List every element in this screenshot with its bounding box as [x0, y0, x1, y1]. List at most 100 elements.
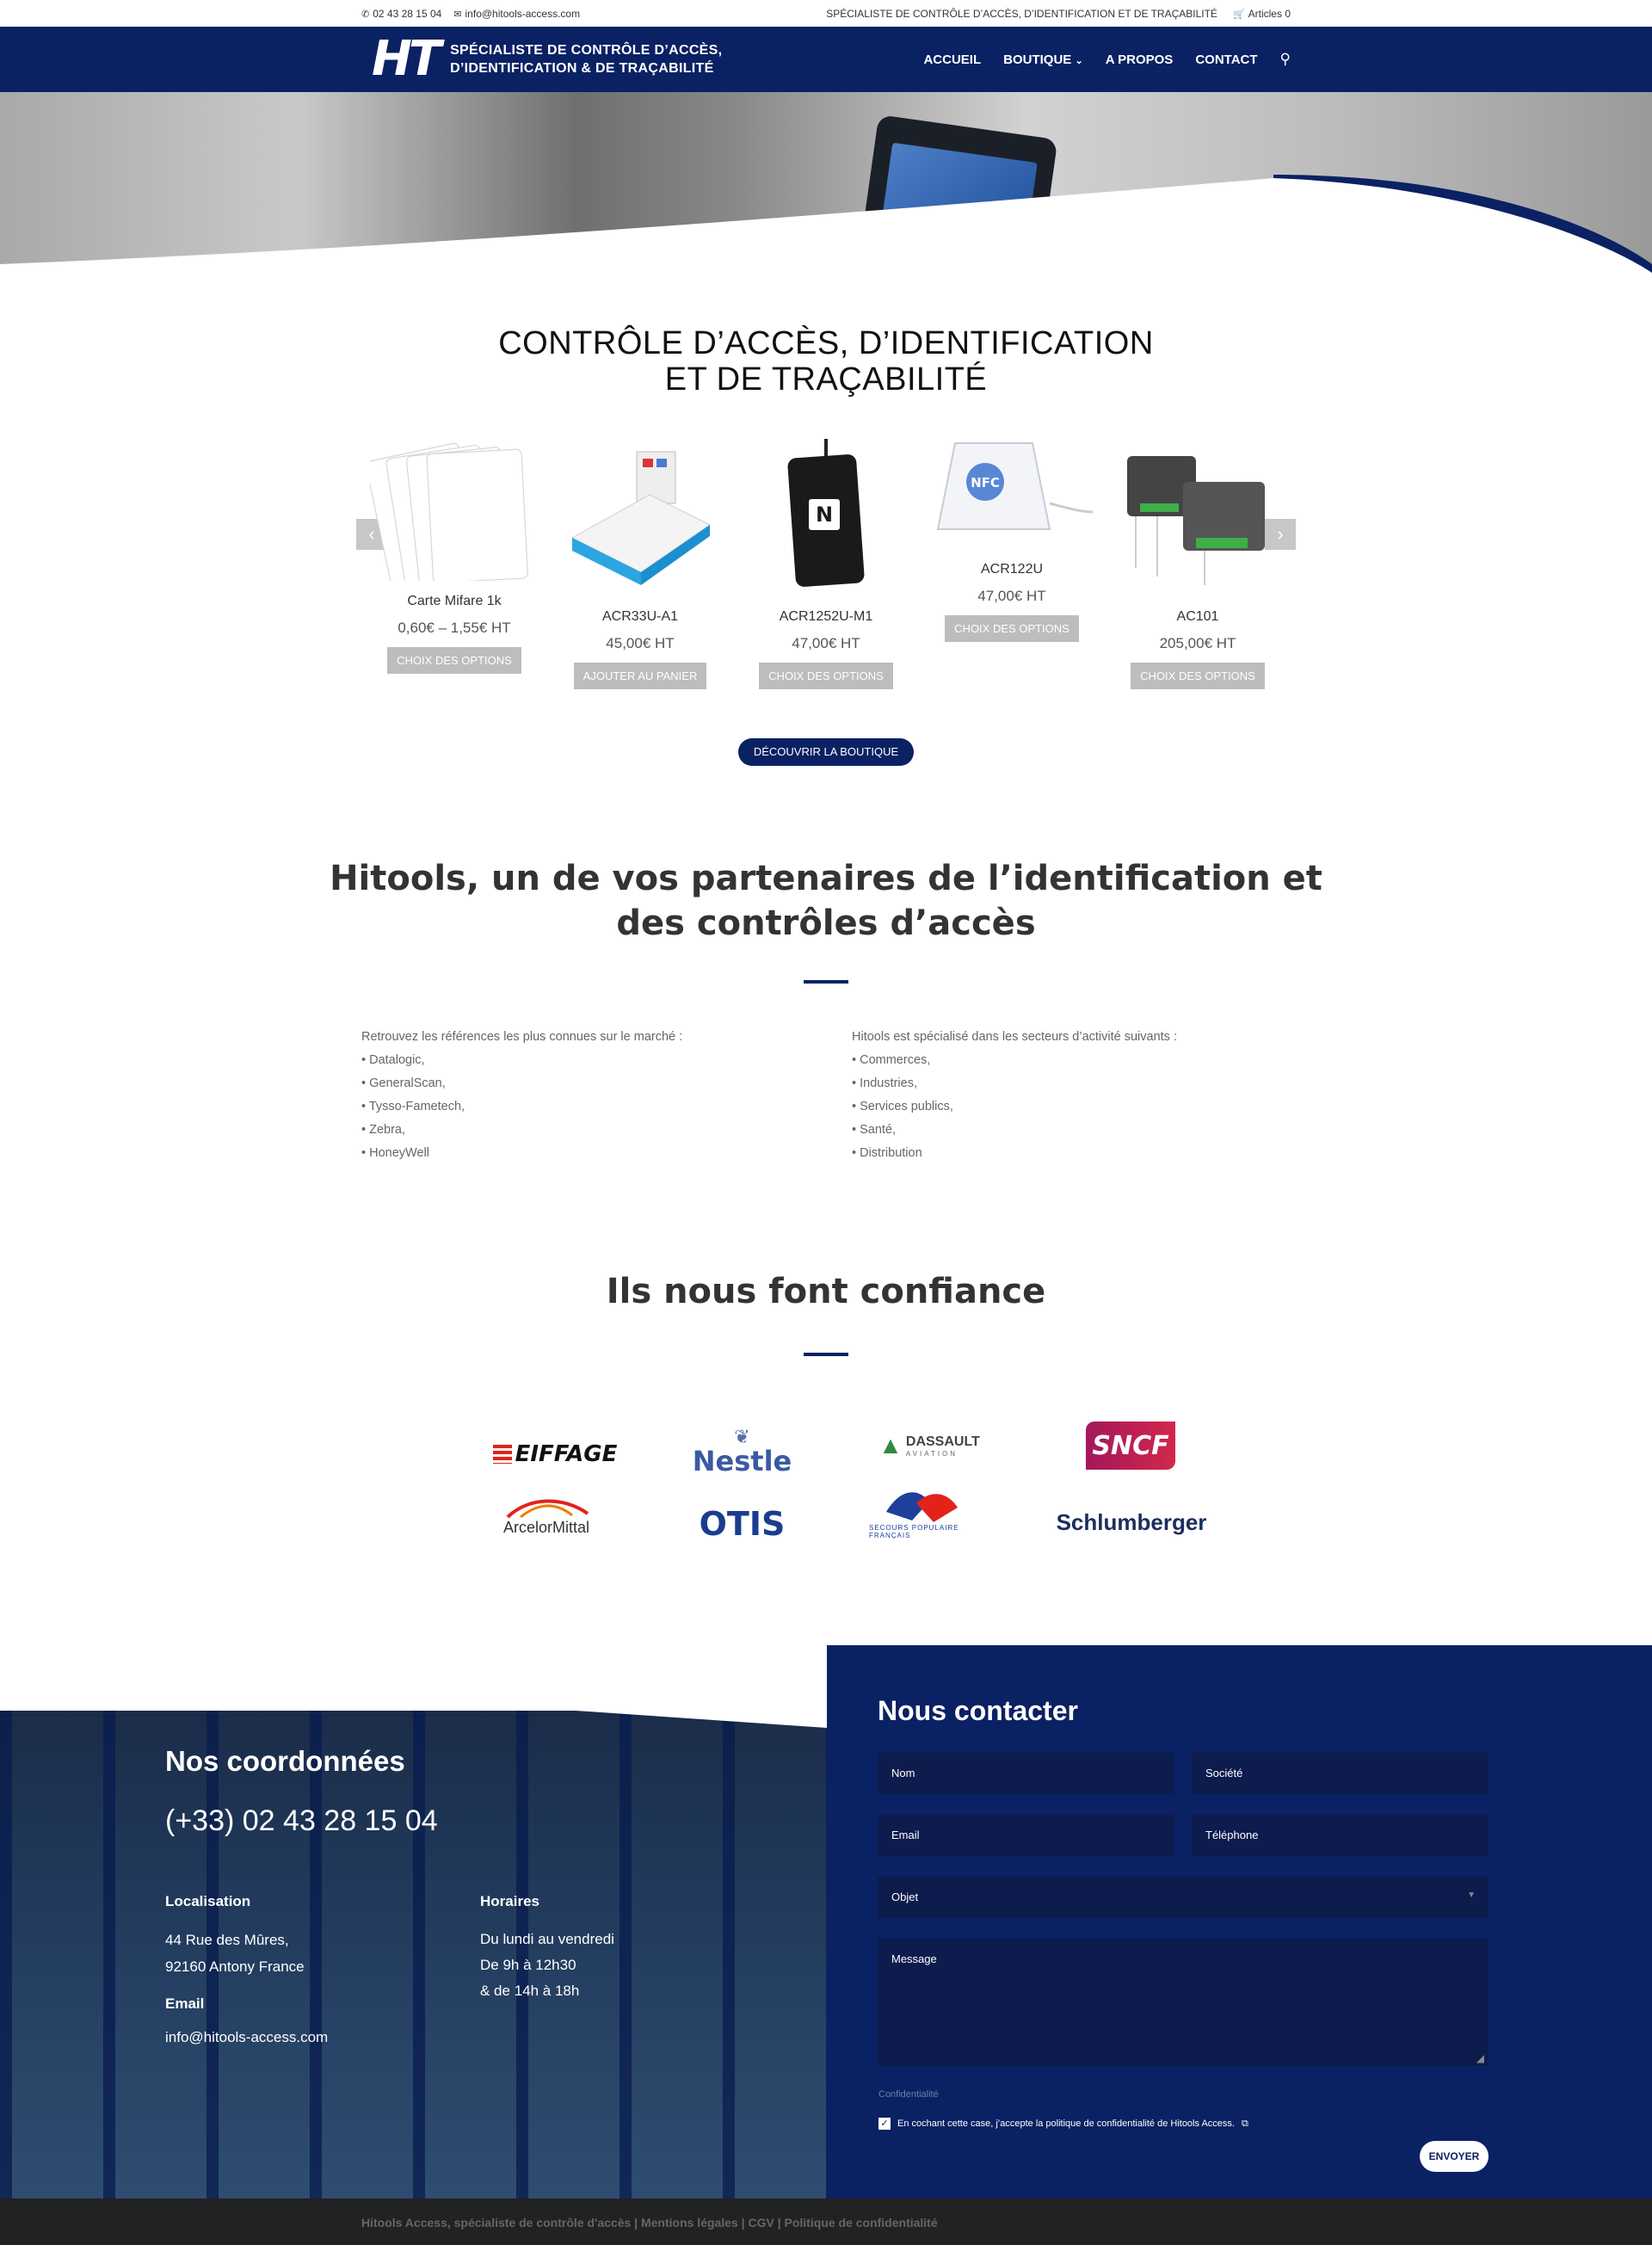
cart-link[interactable]: 🛒 Articles 0 — [1233, 8, 1291, 20]
list-item: • Industries, — [852, 1076, 917, 1090]
privacy-checkbox[interactable]: ✓ — [878, 2118, 891, 2130]
list-item: • GeneralScan, — [361, 1076, 446, 1090]
partners-heading: Hitools, un de vos partenaires de l’iden… — [0, 856, 1652, 946]
coordinates-panel — [0, 1711, 827, 2199]
address: 44 Rue des Mûres, 92160 Antony France — [165, 1927, 305, 1980]
list-item: • HoneyWell — [361, 1146, 429, 1160]
svg-text:N: N — [816, 503, 833, 527]
external-link-icon[interactable]: ⧉ — [1242, 2119, 1248, 2130]
main-header: HT SPÉCIALISTE DE CONTRÔLE D’ACCÈS, D’ID… — [0, 27, 1652, 92]
nav-contact[interactable]: CONTACT — [1195, 52, 1257, 67]
mail-icon: ✉ — [453, 9, 462, 20]
message-textarea[interactable]: Message ◢ — [878, 1939, 1488, 2066]
dassault-text: DASSAULT — [905, 1434, 980, 1449]
privacy-label: Confidentialité — [878, 2089, 939, 2100]
schlumberger-logo: Schlumberger — [1057, 1503, 1207, 1541]
product-name[interactable]: AC101 — [1112, 609, 1284, 625]
nav-accueil[interactable]: ACCUEIL — [923, 52, 981, 67]
eiffage-logo: EIFFAGE — [490, 1435, 620, 1473]
send-button[interactable]: ENVOYER — [1420, 2141, 1489, 2172]
product-card[interactable]: AC101 205,00€ HT CHOIX DES OPTIONS — [1112, 609, 1284, 689]
choose-options-button[interactable]: CHOIX DES OPTIONS — [945, 615, 1079, 642]
choose-options-button[interactable]: CHOIX DES OPTIONS — [1131, 663, 1265, 689]
nestle-logo: ❦ Nestle — [688, 1420, 796, 1480]
product-price: 45,00€ HT — [606, 635, 675, 651]
arcelormittal-swoosh-icon — [506, 1499, 589, 1518]
discover-shop-button[interactable]: DÉCOUVRIR LA BOUTIQUE — [738, 738, 914, 766]
privacy-text: En cochant cette case, j’accepte la poli… — [897, 2119, 1235, 2129]
product-card[interactable]: ACR122U 47,00€ HT CHOIX DES OPTIONS — [926, 562, 1098, 642]
telephone-field[interactable]: Téléphone — [1192, 1815, 1488, 1856]
product-price: 0,60€ – 1,55€ HT — [398, 620, 511, 636]
acr33u-image — [570, 451, 711, 585]
product-name[interactable]: ACR1252U-M1 — [740, 609, 912, 625]
mifare-cards-image — [370, 442, 528, 581]
product-price: 47,00€ HT — [792, 635, 860, 651]
address-line-2: 92160 Antony France — [165, 1958, 305, 1975]
sectors-list: Hitools est spécialisé dans les secteurs… — [852, 1026, 1177, 1165]
ac101-image — [1127, 456, 1265, 585]
location-label: Localisation — [165, 1893, 251, 1909]
hero-wave — [0, 175, 1652, 273]
product-card[interactable]: Carte Mifare 1k 0,60€ – 1,55€ HT CHOIX D… — [368, 594, 540, 674]
product-name[interactable]: Carte Mifare 1k — [368, 594, 540, 609]
sncf-text: SNCF — [1092, 1430, 1169, 1461]
resize-handle-icon[interactable]: ◢ — [1476, 2052, 1484, 2064]
logo-line-1: SPÉCIALISTE DE CONTRÔLE D’ACCÈS, — [450, 43, 723, 58]
phone-link[interactable]: ✆ 02 43 28 15 04 — [361, 8, 441, 20]
coordinates-title: Nos coordonnées — [165, 1745, 405, 1777]
hours-line-3: & de 14h à 18h — [480, 1983, 580, 1999]
phone-text: 02 43 28 15 04 — [373, 8, 442, 20]
site-logo[interactable]: HT SPÉCIALISTE DE CONTRÔLE D’ACCÈS, D’ID… — [372, 35, 722, 83]
secours-populaire-logo: SECOURS POPULAIRE FRANÇAIS — [869, 1478, 972, 1547]
acr1252u-image: N — [787, 439, 865, 587]
hours-label: Horaires — [480, 1893, 539, 1909]
nav-boutique[interactable]: BOUTIQUE ⌄ — [1003, 52, 1083, 67]
logo-text: SPÉCIALISTE DE CONTRÔLE D’ACCÈS, D’IDENT… — [450, 41, 722, 77]
societe-field[interactable]: Société — [1192, 1753, 1488, 1794]
search-icon[interactable]: ⚲ — [1280, 51, 1291, 68]
products-heading-line-2: ET DE TRAÇABILITÉ — [664, 361, 988, 398]
otis-logo: OTIS — [688, 1502, 796, 1546]
brands-list: Retrouvez les références les plus connue… — [361, 1026, 682, 1165]
top-bar: ✆ 02 43 28 15 04 ✉ info@hitools-access.com… — [0, 0, 1652, 27]
product-name[interactable]: ACR33U-A1 — [554, 609, 726, 625]
choose-options-button[interactable]: CHOIX DES OPTIONS — [759, 663, 893, 689]
add-to-cart-button[interactable]: AJOUTER AU PANIER — [573, 663, 707, 689]
acr122u-image: NFC — [936, 442, 1093, 530]
section-divider — [804, 980, 848, 984]
eiffage-stripes-icon — [492, 1445, 512, 1464]
coordinates-phone[interactable]: (+33) 02 43 28 15 04 — [165, 1804, 438, 1838]
email-text: info@hitools-access.com — [465, 8, 581, 20]
coordinates-email[interactable]: info@hitools-access.com — [165, 2029, 328, 2046]
choose-options-button[interactable]: CHOIX DES OPTIONS — [387, 647, 521, 674]
dropdown-arrow-icon: ▼ — [1467, 1890, 1476, 1900]
products-heading: CONTRÔLE D’ACCÈS, D’IDENTIFICATION ET DE… — [0, 325, 1652, 398]
product-card[interactable]: ACR1252U-M1 47,00€ HT CHOIX DES OPTIONS — [740, 609, 912, 689]
chevron-down-icon: ⌄ — [1075, 55, 1083, 66]
email-link[interactable]: ✉ info@hitools-access.com — [453, 8, 580, 20]
product-card[interactable]: ACR33U-A1 45,00€ HT AJOUTER AU PANIER — [554, 609, 726, 689]
sncf-logo: SNCF — [1086, 1422, 1175, 1470]
cart-text: Articles 0 — [1248, 8, 1291, 20]
contact-form-title: Nous contacter — [878, 1695, 1078, 1726]
objet-select[interactable]: Objet ▼ — [878, 1877, 1488, 1918]
product-price: 47,00€ HT — [977, 588, 1046, 604]
clients-heading: Ils nous font confiance — [606, 1272, 1046, 1311]
footer-links[interactable]: Hitools Access, spécialiste de contrôle … — [361, 2216, 938, 2230]
arcelormittal-logo: ArcelorMittal — [490, 1490, 602, 1542]
product-name[interactable]: ACR122U — [926, 562, 1098, 577]
top-tagline: SPÉCIALISTE DE CONTRÔLE D’ACCÈS, D’IDENT… — [826, 8, 1217, 20]
list-item: • Commerces, — [852, 1053, 931, 1067]
dassault-subtext: AVIATION — [905, 1449, 959, 1458]
nestle-text: Nestle — [692, 1445, 792, 1477]
email-field[interactable]: Email — [878, 1815, 1174, 1856]
list-item: • Tysso-Fametech, — [361, 1100, 465, 1113]
address-line-1: 44 Rue des Mûres, — [165, 1932, 289, 1948]
warehouse-background — [0, 1711, 827, 2199]
nav-a-propos[interactable]: A PROPOS — [1106, 52, 1174, 67]
schlumberger-text: Schlumberger — [1056, 1508, 1207, 1535]
arcelormittal-text: ArcelorMittal — [502, 1518, 590, 1536]
nom-field[interactable]: Nom — [878, 1753, 1174, 1794]
hours-line-1: Du lundi au vendredi — [480, 1931, 614, 1947]
